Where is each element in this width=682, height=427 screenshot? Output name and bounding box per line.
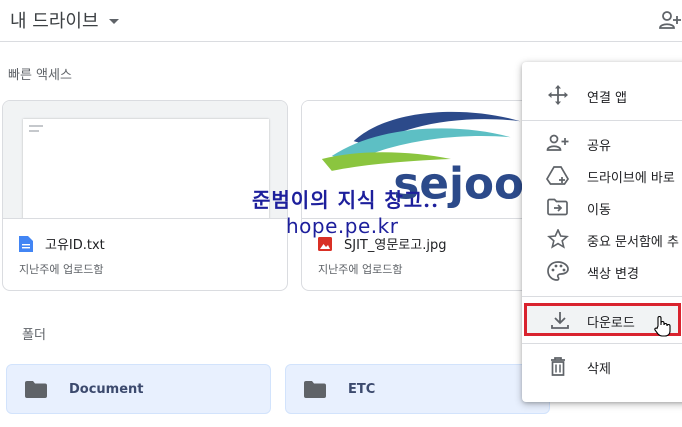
menu-item-download[interactable]: 다운로드 — [524, 303, 681, 337]
context-menu: 연결 앱 공유 드라이브에 바로 이동 중요 문서함에 추 색상 변경 삭제 — [522, 62, 682, 402]
caret-down-icon — [108, 18, 119, 24]
file-name: 고유ID.txt — [45, 238, 105, 253]
download-icon — [551, 312, 569, 329]
file-card-txt[interactable]: 고유ID.txt 지난주에 업로드함 — [2, 100, 288, 291]
menu-label: 다운로드 — [587, 316, 635, 331]
folder-icon — [304, 380, 326, 398]
menu-item-share[interactable]: 공유 — [522, 127, 682, 159]
menu-item-star[interactable]: 중요 문서함에 추 — [522, 223, 682, 255]
folder-name: ETC — [348, 381, 376, 397]
watermark-url: hope.pe.kr — [286, 214, 399, 238]
file-subtitle: 지난주에 업로드함 — [19, 263, 104, 276]
menu-item-add-shortcut[interactable]: 드라이브에 바로 — [522, 159, 682, 191]
move-arrows-icon — [548, 85, 568, 105]
folders-label: 폴더 — [22, 328, 46, 343]
menu-item-move[interactable]: 이동 — [522, 191, 682, 223]
quick-access-label: 빠른 액세스 — [8, 68, 72, 83]
menu-label: 삭제 — [587, 362, 611, 377]
top-bar: 내 드라이브 — [0, 0, 682, 42]
menu-divider — [522, 343, 682, 344]
watermark-text: 준범이의 지식 창고.. — [252, 188, 440, 212]
file-thumbnail — [3, 101, 287, 219]
menu-divider — [522, 120, 682, 121]
star-icon — [547, 229, 569, 249]
hand-cursor-icon — [654, 316, 671, 337]
menu-label: 연결 앱 — [587, 91, 628, 106]
menu-label: 색상 변경 — [587, 267, 639, 282]
menu-label: 중요 문서함에 추 — [587, 235, 679, 250]
file-subtitle: 지난주에 업로드함 — [318, 263, 403, 276]
menu-divider — [522, 296, 682, 297]
doc-file-icon — [19, 235, 33, 252]
person-add-icon[interactable] — [658, 8, 682, 32]
trash-icon — [551, 357, 565, 376]
menu-item-delete[interactable]: 삭제 — [522, 350, 682, 382]
folder-item-etc[interactable]: ETC — [285, 364, 550, 414]
drive-title: 내 드라이브 — [10, 11, 99, 32]
menu-label: 이동 — [587, 203, 611, 218]
folder-item-document[interactable]: Document — [6, 364, 271, 414]
menu-label: 공유 — [587, 139, 611, 154]
palette-icon — [547, 261, 569, 281]
person-add-icon — [546, 134, 569, 151]
folder-move-icon — [547, 198, 568, 216]
menu-item-open-with[interactable]: 연결 앱 — [522, 79, 682, 111]
document-preview — [23, 119, 269, 218]
folder-name: Document — [69, 381, 144, 397]
menu-label: 드라이브에 바로 — [587, 171, 675, 186]
menu-item-change-color[interactable]: 색상 변경 — [522, 255, 682, 287]
folder-icon — [25, 380, 47, 398]
drive-add-icon — [546, 166, 570, 185]
my-drive-dropdown[interactable]: 내 드라이브 — [10, 7, 119, 33]
